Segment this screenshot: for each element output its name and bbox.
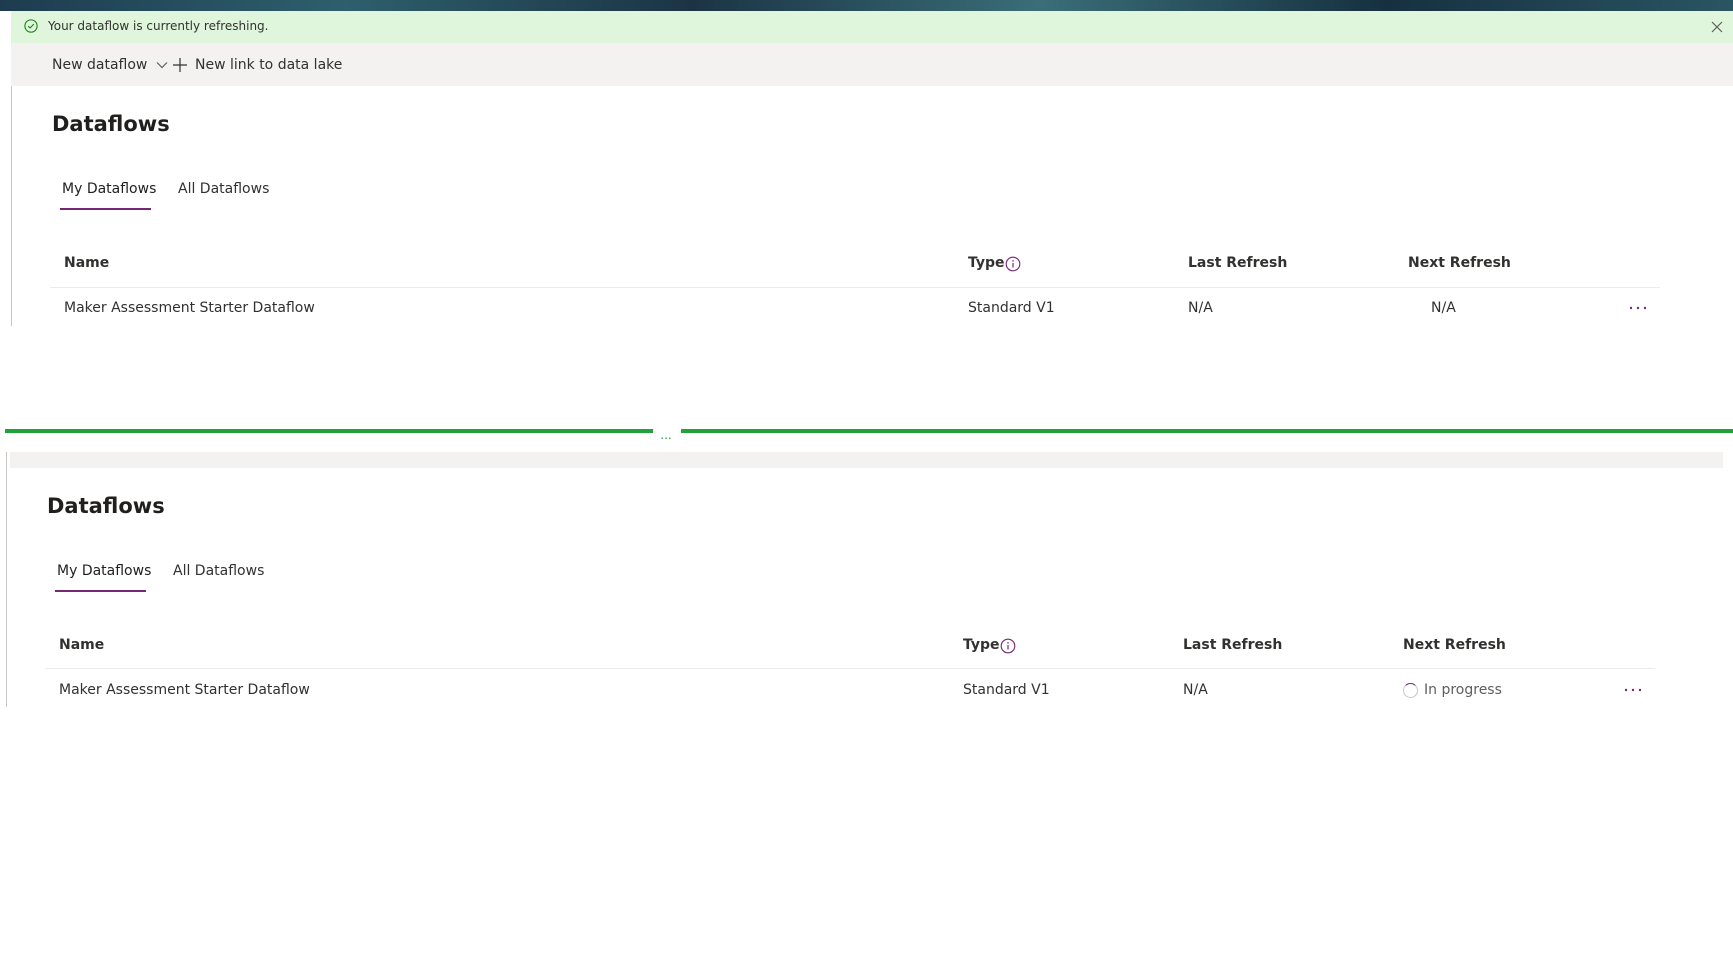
info-icon[interactable] <box>1005 256 1021 272</box>
page-title-bottom: Dataflows <box>47 494 165 518</box>
close-icon <box>1711 21 1723 33</box>
column-header-last-refresh[interactable]: Last Refresh <box>1188 255 1287 271</box>
new-dataflow-button[interactable]: New dataflow <box>52 43 168 86</box>
column-header-name-bottom[interactable]: Name <box>59 637 104 653</box>
column-header-next-refresh-bottom[interactable]: Next Refresh <box>1403 637 1506 653</box>
green-divider-right <box>681 429 1733 433</box>
refresh-notification-bar: Your dataflow is currently refreshing. <box>11 11 1733 43</box>
chevron-down-icon <box>156 61 168 68</box>
notification-text: Your dataflow is currently refreshing. <box>48 19 269 33</box>
green-divider-left <box>5 429 653 433</box>
last-refresh-cell-bottom: N/A <box>1183 682 1208 698</box>
dataflow-name-cell[interactable]: Maker Assessment Starter Dataflow <box>64 300 315 316</box>
new-link-label: New link to data lake <box>195 56 343 73</box>
active-tab-indicator-bottom <box>55 590 146 592</box>
command-bar: New dataflow New link to data lake <box>11 43 1733 86</box>
tab-my-dataflows[interactable]: My Dataflows <box>62 181 156 197</box>
column-header-last-refresh-bottom[interactable]: Last Refresh <box>1183 637 1282 653</box>
more-options-icon[interactable] <box>1627 301 1649 315</box>
last-refresh-cell: N/A <box>1188 300 1213 316</box>
dataflow-type-cell: Standard V1 <box>968 300 1055 316</box>
tab-all-dataflows-bottom[interactable]: All Dataflows <box>173 563 264 579</box>
next-refresh-cell: N/A <box>1431 300 1456 316</box>
left-gutter <box>0 326 11 426</box>
divider-dots: ... <box>660 428 672 442</box>
page-title: Dataflows <box>52 112 170 136</box>
dataflow-name-cell-bottom[interactable]: Maker Assessment Starter Dataflow <box>59 682 310 698</box>
tab-all-dataflows[interactable]: All Dataflows <box>178 181 269 197</box>
tab-my-dataflows-bottom[interactable]: My Dataflows <box>57 563 151 579</box>
header-divider <box>50 287 1660 288</box>
column-header-type-bottom[interactable]: Type <box>963 637 1000 653</box>
new-dataflow-label: New dataflow <box>52 56 148 73</box>
new-link-to-data-lake-button[interactable]: New link to data lake <box>172 43 342 86</box>
plus-icon <box>173 57 187 72</box>
column-header-name[interactable]: Name <box>64 255 109 271</box>
close-notification-button[interactable] <box>1707 17 1727 37</box>
command-bar-strip <box>10 452 1723 468</box>
dataflow-type-cell-bottom: Standard V1 <box>963 682 1050 698</box>
active-tab-indicator <box>60 208 151 210</box>
column-header-next-refresh[interactable]: Next Refresh <box>1408 255 1511 271</box>
more-options-icon[interactable] <box>1622 683 1644 697</box>
check-circle-icon <box>24 19 38 33</box>
next-refresh-status: In progress <box>1424 682 1502 698</box>
loading-spinner-icon <box>1403 683 1418 698</box>
info-icon[interactable] <box>1000 638 1016 654</box>
header-divider-bottom <box>45 668 1655 669</box>
column-header-type[interactable]: Type <box>968 255 1005 271</box>
header-background-strip <box>0 0 1733 11</box>
